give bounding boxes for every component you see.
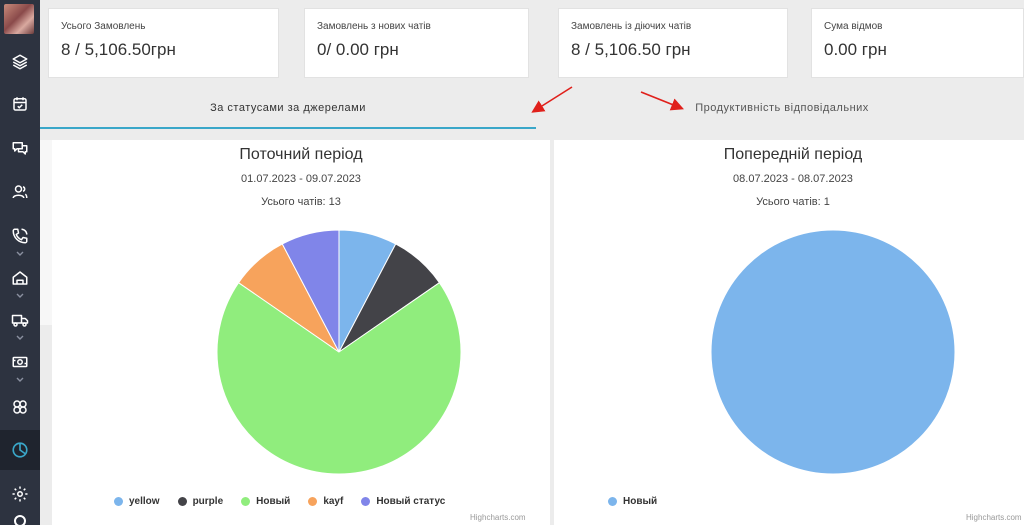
tab-by-status[interactable]: За статусами за джерелами — [40, 88, 536, 129]
card-label: Сума відмов — [824, 21, 883, 32]
calendar-icon — [13, 97, 27, 111]
legend-item[interactable]: purple — [177, 496, 224, 507]
card-value: 0/ 0.00 грн — [317, 40, 399, 59]
card-label: Замовлень із діючих чатів — [571, 21, 692, 32]
tabs-bar: За статусами за джерелами Продуктивність… — [40, 88, 1024, 130]
integrations-icon — [13, 400, 27, 414]
legend-item[interactable]: Новый — [241, 496, 290, 507]
sidebar-item-layers[interactable] — [0, 42, 40, 82]
chart-credits[interactable]: Highcharts.com — [470, 513, 526, 522]
card-label: Усього Замовлень — [61, 21, 146, 32]
chat-icon — [12, 142, 28, 155]
layers-icon — [12, 54, 28, 70]
legend-marker — [361, 497, 371, 506]
avatar[interactable] — [4, 4, 34, 34]
sidebar-item-calendar[interactable] — [0, 84, 40, 124]
chart-title: Попередній період — [723, 146, 863, 163]
gear-icon — [12, 486, 28, 502]
sidebar-item-home[interactable] — [0, 258, 40, 298]
sidebar-item-integrations[interactable] — [0, 387, 40, 427]
stat-card-total-orders: Усього Замовлень 8 / 5,106.50грн — [48, 8, 279, 78]
chart-total-chats: Усього чатів: 13 — [261, 196, 341, 208]
circle-icon[interactable] — [13, 512, 27, 525]
chevron-down-icon[interactable] — [14, 293, 26, 299]
users-icon — [12, 185, 28, 199]
card-value: 8 / 5,106.50 грн — [571, 40, 691, 59]
sidebar-item-settings[interactable] — [0, 474, 40, 514]
pie-slice-новый[interactable] — [710, 229, 956, 475]
home-icon — [12, 271, 28, 285]
chart-panel-previous: Попередній період 08.07.2023 - 08.07.202… — [554, 140, 1024, 525]
legend-marker — [241, 497, 251, 506]
legend-marker — [114, 497, 123, 506]
chart-total-chats: Усього чатів: 1 — [756, 196, 830, 208]
legend-label: Новый — [623, 496, 658, 507]
sidebar-item-analytics[interactable] — [0, 430, 40, 470]
sidebar-item-users[interactable] — [0, 172, 40, 212]
sidebar — [0, 0, 40, 525]
legend-item[interactable]: Новый — [608, 496, 657, 507]
chart-credits[interactable]: Highcharts.com — [966, 513, 1022, 522]
stat-card-refusals: Сума відмов 0.00 грн — [811, 8, 1024, 78]
legend-item[interactable]: yellow — [114, 496, 160, 507]
card-value: 8 / 5,106.50грн — [61, 40, 176, 59]
legend-label: yellow — [129, 496, 160, 507]
sidebar-item-delivery[interactable] — [0, 300, 40, 340]
chevron-down-icon[interactable] — [14, 377, 26, 383]
chevron-down-icon[interactable] — [14, 335, 26, 341]
sidebar-item-finance[interactable] — [0, 342, 40, 382]
stat-card-new-chats: Замовлень з нових чатів 0/ 0.00 грн — [304, 8, 529, 78]
stat-card-active-chats: Замовлень із діючих чатів 8 / 5,106.50 г… — [558, 8, 788, 78]
legend-marker — [177, 497, 187, 506]
tab-responsible-performance[interactable]: Продуктивність відповідальних — [536, 88, 1024, 128]
analytics-icon — [12, 442, 28, 458]
panel-gap — [40, 140, 52, 325]
legend-label: Новый статус — [376, 496, 446, 507]
phone-icon — [12, 228, 28, 244]
legend-label: kayf — [323, 496, 344, 507]
cash-icon — [12, 356, 28, 368]
sidebar-item-calls[interactable] — [0, 216, 40, 256]
chart-legend: yellow purple Новый kayf Новый статус — [114, 496, 445, 507]
chart-title: Поточний період — [239, 146, 363, 163]
legend-item[interactable]: Новый статус — [361, 496, 445, 507]
sidebar-item-chats[interactable] — [0, 128, 40, 168]
legend-marker — [308, 497, 318, 506]
card-value: 0.00 грн — [824, 40, 887, 59]
chevron-down-icon[interactable] — [14, 251, 26, 257]
chart-date-range: 01.07.2023 - 09.07.2023 — [241, 173, 361, 185]
main-content: Усього Замовлень 8 / 5,106.50грн Замовле… — [40, 0, 1024, 525]
truck-icon — [11, 314, 29, 327]
legend-marker — [608, 497, 617, 506]
chart-panel-current: Поточний період 01.07.2023 - 09.07.2023 … — [52, 140, 550, 525]
card-label: Замовлень з нових чатів — [317, 21, 431, 32]
legend-label: Новый — [256, 496, 291, 507]
legend-label: purple — [192, 496, 224, 507]
chart-legend: Новый — [608, 496, 657, 507]
legend-item[interactable]: kayf — [308, 496, 343, 507]
chart-date-range: 08.07.2023 - 08.07.2023 — [733, 173, 853, 185]
